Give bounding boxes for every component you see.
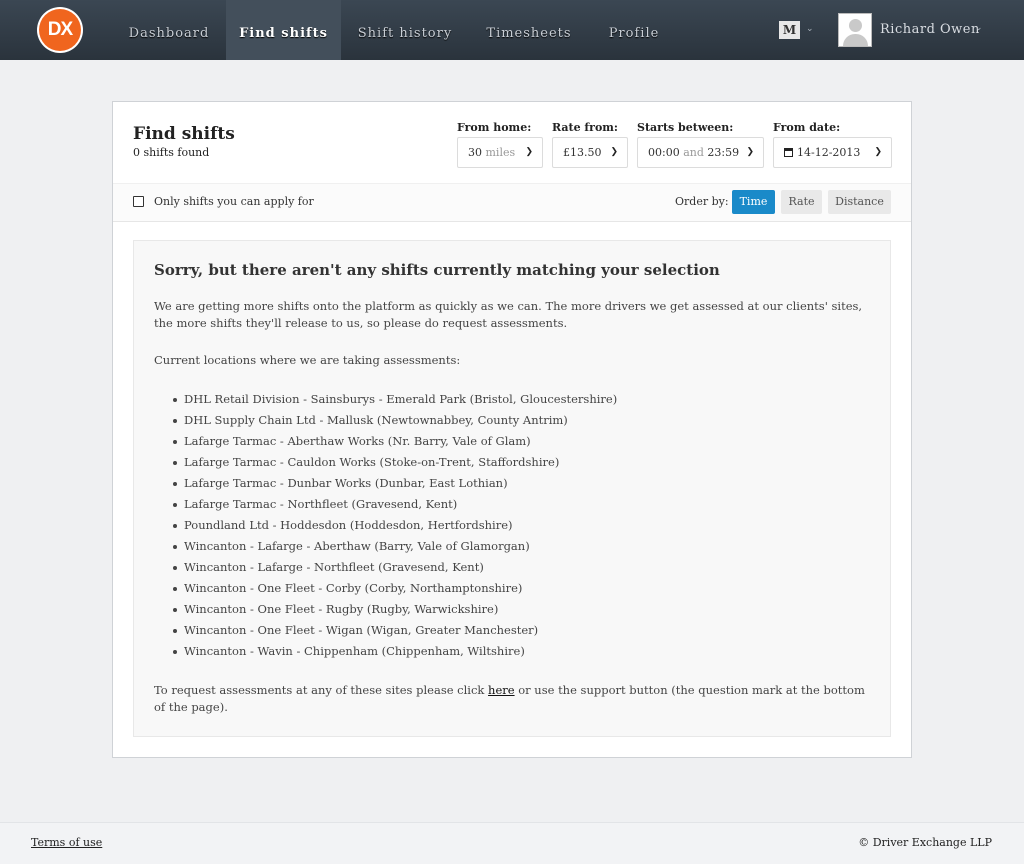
options-bar: Only shifts you can apply for Order by: … [113,183,911,222]
list-item: Wincanton - One Fleet - Rugby (Rugby, Wa… [154,599,617,620]
order-distance-button[interactable]: Distance [828,190,891,214]
avatar-body-shape [843,34,868,46]
calendar-icon [784,148,793,157]
nav-item-timesheets[interactable]: Timesheets [469,0,589,60]
list-item: Lafarge Tarmac - Northfleet (Gravesend, … [154,494,617,515]
nav-item-shift-history[interactable]: Shift history [341,0,469,60]
order-by-label: Order by: [675,195,729,208]
copyright-text: © Driver Exchange LLP [858,836,992,849]
list-item: Lafarge Tarmac - Dunbar Works (Dunbar, E… [154,473,617,494]
from-home-unit: miles [485,146,516,159]
logo-text: DX [39,9,81,51]
starts-between-label: Starts between: [637,121,734,134]
avatar-head-shape [849,19,862,32]
only-apply-label[interactable]: Only shifts you can apply for [154,195,314,208]
rate-from-select[interactable]: £13.50 ❯ [552,137,628,168]
nav-item-profile[interactable]: Profile [589,0,679,60]
language-badge[interactable]: M [779,21,800,39]
message-paragraph-2: Current locations where we are taking as… [154,353,461,367]
chevron-down-icon: ❯ [610,147,618,157]
nav-item-dashboard[interactable]: Dashboard [112,0,226,60]
user-chevron-down-icon[interactable]: ⌄ [975,23,983,33]
end-time-value: 23:59 [707,146,740,159]
starts-between-select[interactable]: 00:00 and 23:59 ❯ [637,137,764,168]
no-results-message: Sorry, but there aren't any shifts curre… [133,240,891,737]
shift-count: 0 shifts found [133,146,210,159]
from-date-value: 14-12-2013 [797,146,861,159]
message-title: Sorry, but there aren't any shifts curre… [154,261,720,279]
request-text-before: To request assessments at any of these s… [154,683,489,697]
list-item: Wincanton - Lafarge - Aberthaw (Barry, V… [154,536,617,557]
footer: Terms of use © Driver Exchange LLP [0,822,1024,864]
list-item: Wincanton - One Fleet - Wigan (Wigan, Gr… [154,620,617,641]
list-item: Wincanton - One Fleet - Corby (Corby, No… [154,578,617,599]
from-date-label: From date: [773,121,841,134]
from-home-label: From home: [457,121,532,134]
avatar[interactable] [838,13,872,47]
start-time-value: 00:00 [648,146,680,159]
user-name[interactable]: Richard Owen [880,22,980,37]
page-title: Find shifts [133,124,235,144]
list-item: Lafarge Tarmac - Aberthaw Works (Nr. Bar… [154,431,617,452]
message-paragraph-3: To request assessments at any of these s… [154,682,869,716]
request-assessment-link[interactable]: here [488,683,515,697]
list-item: Poundland Ltd - Hoddesdon (Hoddesdon, He… [154,515,617,536]
nav-item-find-shifts[interactable]: Find shifts [226,0,341,60]
rate-from-value: £13.50 [563,146,602,159]
terms-of-use-link[interactable]: Terms of use [31,836,102,849]
rate-from-label: Rate from: [552,121,618,134]
chevron-down-icon: ❯ [525,147,533,157]
from-date-picker[interactable]: 14-12-2013 ❯ [773,137,892,168]
chevron-down-icon: ❯ [746,147,754,157]
list-item: Wincanton - Lafarge - Northfleet (Graves… [154,557,617,578]
time-connector: and [683,146,704,159]
list-item: DHL Supply Chain Ltd - Mallusk (Newtowna… [154,410,617,431]
order-rate-button[interactable]: Rate [781,190,822,214]
chevron-down-icon[interactable]: ⌄ [806,24,814,34]
top-nav: DX Dashboard Find shifts Shift history T… [0,0,1024,60]
find-shifts-panel: Find shifts 0 shifts found From home: 30… [112,101,912,758]
order-time-button[interactable]: Time [732,190,775,214]
from-home-value: 30 [468,146,482,159]
from-home-select[interactable]: 30 miles ❯ [457,137,543,168]
chevron-down-icon: ❯ [874,147,882,157]
only-apply-checkbox[interactable] [133,196,144,207]
dx-logo[interactable]: DX [37,7,83,53]
locations-list: DHL Retail Division - Sainsburys - Emera… [154,389,617,662]
message-paragraph-1: We are getting more shifts onto the plat… [154,299,863,330]
list-item: DHL Retail Division - Sainsburys - Emera… [154,389,617,410]
list-item: Wincanton - Wavin - Chippenham (Chippenh… [154,641,617,662]
list-item: Lafarge Tarmac - Cauldon Works (Stoke-on… [154,452,617,473]
